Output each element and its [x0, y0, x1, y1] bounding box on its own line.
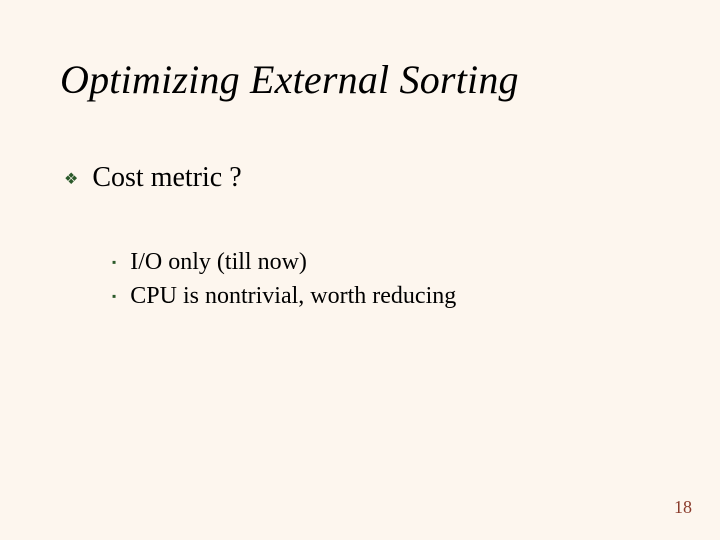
- square-bullet-icon: ▪: [112, 250, 116, 274]
- page-number: 18: [674, 497, 692, 518]
- list-item: ▪ CPU is nontrivial, worth reducing: [112, 282, 456, 310]
- bullet-level1-text: Cost metric ?: [92, 162, 241, 194]
- slide: Optimizing External Sorting ❖ Cost metri…: [0, 0, 720, 540]
- slide-title: Optimizing External Sorting: [60, 56, 519, 103]
- bullet-level2-text: CPU is nontrivial, worth reducing: [130, 282, 456, 310]
- list-item: ▪ I/O only (till now): [112, 248, 456, 276]
- bullet-level2-list: ▪ I/O only (till now) ▪ CPU is nontrivia…: [112, 248, 456, 316]
- square-bullet-icon: ▪: [112, 284, 116, 308]
- bullet-level2-text: I/O only (till now): [130, 248, 307, 276]
- bullet-level1: ❖ Cost metric ?: [64, 162, 242, 194]
- diamond-bullet-icon: ❖: [64, 166, 78, 194]
